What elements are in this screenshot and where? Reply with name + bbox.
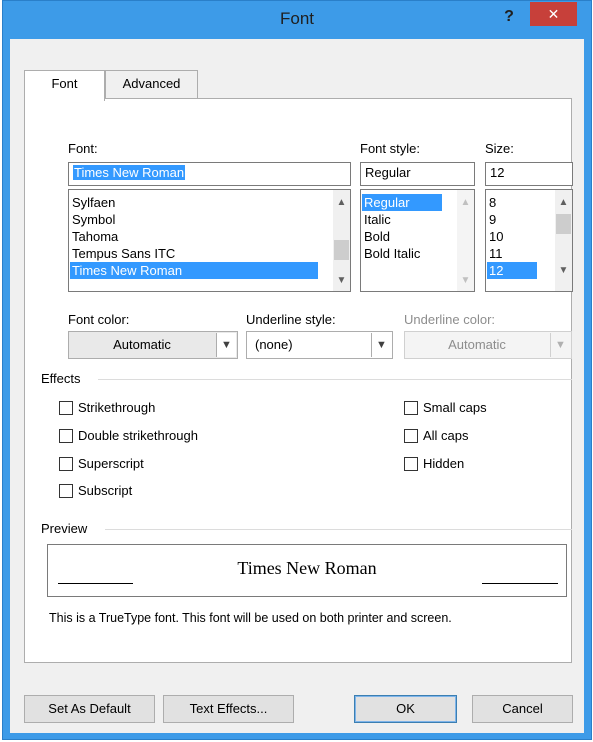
hidden-label: Hidden [423, 456, 465, 471]
size-list-item-selected[interactable]: 12 [487, 262, 537, 279]
chevron-down-icon[interactable]: ▼ [371, 333, 391, 357]
font-type-note: This is a TrueType font. This font will … [49, 611, 452, 625]
font-list-item[interactable]: Tahoma [70, 228, 318, 245]
font-color-label: Font color: [68, 312, 130, 327]
chevron-down-icon: ▼ [550, 333, 570, 357]
preview-box: Times New Roman [47, 544, 567, 597]
checkbox-box[interactable] [404, 429, 418, 443]
size-list-item[interactable]: 10 [487, 228, 537, 245]
close-button[interactable]: ✕ [530, 2, 577, 26]
font-list-item-selected[interactable]: Times New Roman [70, 262, 318, 279]
tab-font-label: Font [51, 76, 78, 91]
size-list[interactable]: 8 9 10 11 12 ▲ ▼ [485, 189, 573, 292]
size-list-item[interactable]: 11 [487, 245, 537, 262]
font-dialog: Font ? ✕ Font Advanced Font: Times New R… [2, 0, 592, 740]
font-list-item[interactable]: Symbol [70, 211, 318, 228]
size-input[interactable]: 12 [485, 162, 573, 186]
underline-style-value: (none) [255, 337, 293, 352]
preview-heading: Preview [41, 521, 88, 536]
scroll-down-icon[interactable]: ▼ [457, 272, 474, 289]
font-style-item[interactable]: Italic [362, 211, 442, 228]
size-list-item[interactable]: 8 [487, 194, 537, 211]
help-button[interactable]: ? [496, 5, 522, 29]
preview-right-rule [482, 583, 558, 584]
tab-advanced[interactable]: Advanced [105, 70, 198, 98]
font-list[interactable]: Sylfaen Symbol Tahoma Tempus Sans ITC Ti… [68, 189, 351, 292]
font-name-input[interactable]: Times New Roman [68, 162, 351, 186]
font-style-list[interactable]: Regular Italic Bold Bold Italic ▲ ▼ [360, 189, 475, 292]
size-list-scroll-thumb[interactable] [556, 214, 571, 234]
underline-style-label: Underline style: [246, 312, 336, 327]
checkbox-box[interactable] [404, 457, 418, 471]
size-value: 12 [490, 165, 505, 180]
preview-left-rule [58, 583, 133, 584]
font-color-value: Automatic [113, 337, 171, 352]
underline-style-dropdown[interactable]: (none) ▼ [246, 331, 393, 359]
size-list-scrollbar[interactable]: ▲ ▼ [555, 190, 572, 291]
all-caps-label: All caps [423, 428, 469, 443]
close-icon: ✕ [547, 6, 560, 22]
font-style-item-selected[interactable]: Regular [362, 194, 442, 211]
size-label: Size: [485, 141, 514, 156]
superscript-label: Superscript [78, 456, 144, 471]
checkbox-box[interactable] [59, 457, 73, 471]
font-style-item[interactable]: Bold [362, 228, 442, 245]
font-style-scrollbar[interactable]: ▲ ▼ [457, 190, 474, 291]
checkbox-box[interactable] [59, 401, 73, 415]
tab-font[interactable]: Font [24, 70, 105, 101]
subscript-label: Subscript [78, 483, 133, 498]
font-list-scrollbar[interactable]: ▲ ▼ [333, 190, 350, 291]
ok-button[interactable]: OK [354, 695, 457, 723]
font-list-item[interactable]: Tempus Sans ITC [70, 245, 318, 262]
underline-color-label: Underline color: [404, 312, 496, 327]
small-caps-label: Small caps [423, 400, 487, 415]
dialog-body: Font Advanced Font: Times New Roman Sylf… [10, 39, 584, 733]
strikethrough-label: Strikethrough [78, 400, 156, 415]
underline-color-dropdown: Automatic ▼ [404, 331, 572, 359]
preview-divider [105, 529, 572, 530]
font-label: Font: [68, 141, 98, 156]
font-style-label: Font style: [360, 141, 420, 156]
size-list-item[interactable]: 9 [487, 211, 537, 228]
effects-divider [98, 379, 572, 380]
scroll-up-icon[interactable]: ▲ [555, 194, 572, 211]
text-effects-button[interactable]: Text Effects... [163, 695, 294, 723]
preview-sample-text: Times New Roman [237, 558, 377, 578]
title-bar: Font ? ✕ [3, 1, 591, 39]
font-style-input[interactable]: Regular [360, 162, 475, 186]
font-color-dropdown[interactable]: Automatic ▼ [68, 331, 238, 359]
scroll-up-icon[interactable]: ▲ [333, 194, 350, 211]
font-style-item[interactable]: Bold Italic [362, 245, 442, 262]
font-list-scroll-thumb[interactable] [334, 240, 349, 260]
checkbox-box[interactable] [59, 484, 73, 498]
underline-color-value: Automatic [448, 337, 506, 352]
checkbox-box[interactable] [59, 429, 73, 443]
tab-advanced-label: Advanced [122, 76, 181, 91]
scroll-down-icon[interactable]: ▼ [555, 262, 572, 279]
cancel-button[interactable]: Cancel [472, 695, 573, 723]
scroll-up-icon[interactable]: ▲ [457, 194, 474, 211]
font-style-value: Regular [365, 165, 411, 180]
double-strikethrough-label: Double strikethrough [78, 428, 198, 443]
chevron-down-icon[interactable]: ▼ [216, 333, 236, 357]
effects-heading: Effects [41, 371, 81, 386]
set-as-default-button[interactable]: Set As Default [24, 695, 155, 723]
scroll-down-icon[interactable]: ▼ [333, 272, 350, 289]
checkbox-box[interactable] [404, 401, 418, 415]
font-name-value: Times New Roman [73, 165, 186, 180]
font-list-item[interactable]: Sylfaen [70, 194, 318, 211]
